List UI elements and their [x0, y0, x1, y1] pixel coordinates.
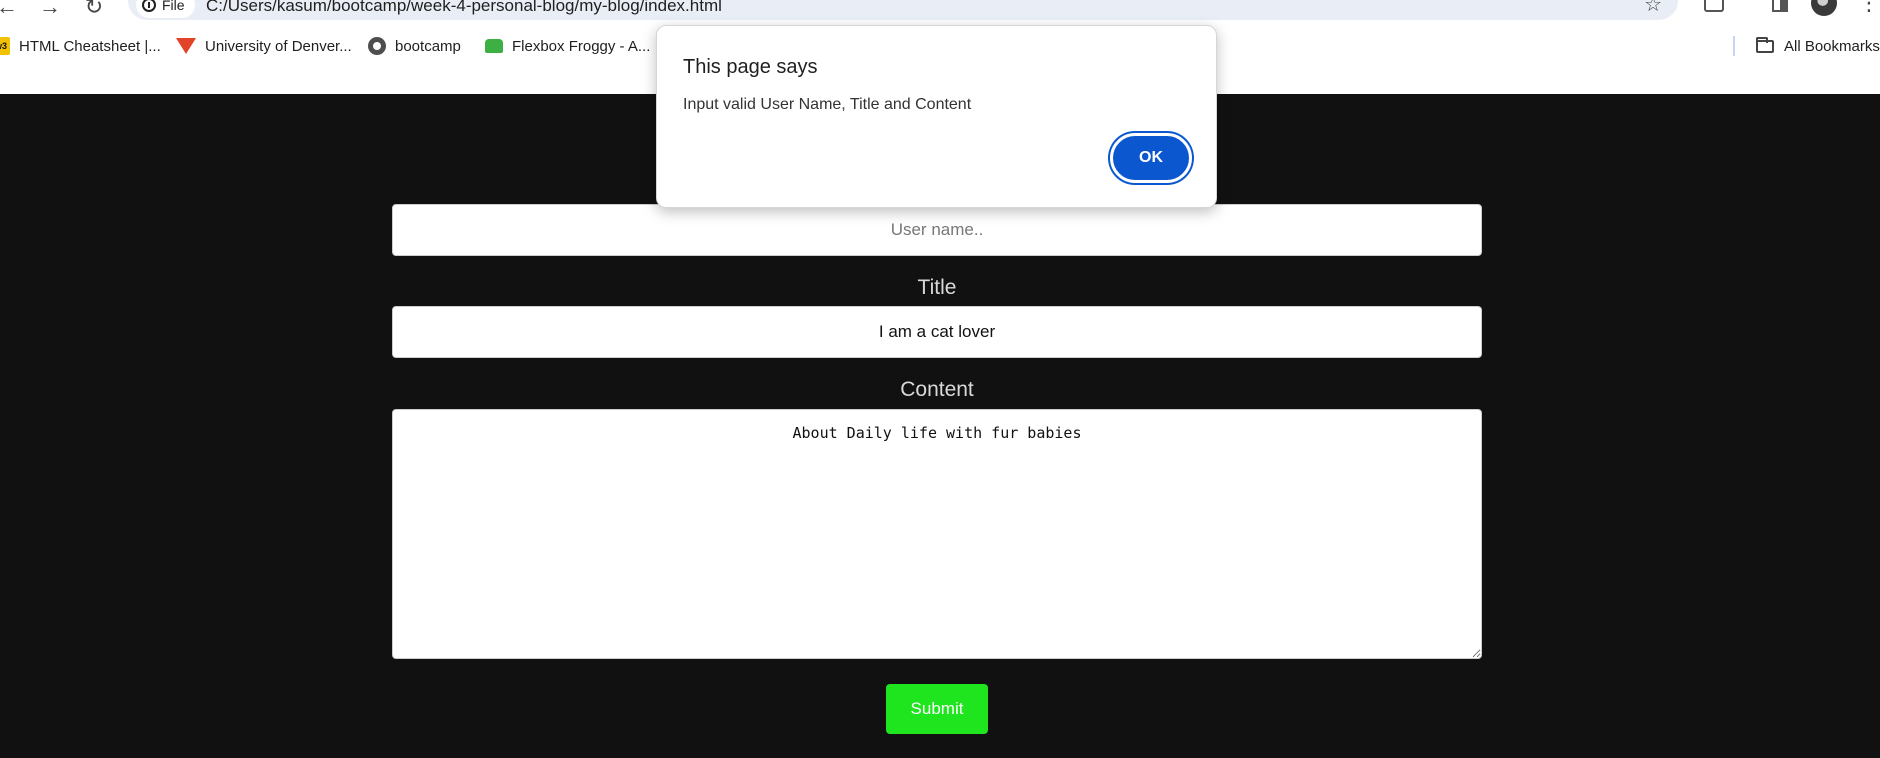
- back-arrow-icon[interactable]: ←: [0, 0, 22, 22]
- bookmarks-divider: [1733, 36, 1735, 56]
- alert-dialog: This page says Input valid User Name, Ti…: [656, 25, 1217, 208]
- title-input[interactable]: [392, 306, 1482, 358]
- bookmark-html-cheatsheet[interactable]: w3 HTML Cheatsheet |...: [0, 35, 161, 57]
- title-label: Title: [917, 276, 957, 299]
- content-textarea[interactable]: About Daily life with fur babies: [392, 409, 1482, 659]
- profile-avatar[interactable]: [1811, 0, 1837, 16]
- bookmark-label: HTML Cheatsheet |...: [19, 37, 161, 55]
- bookmark-label: bootcamp: [395, 37, 461, 55]
- bookmark-label: University of Denver...: [205, 37, 352, 55]
- bookmark-label: Flexbox Froggy - A...: [512, 37, 651, 55]
- folder-icon: [1756, 36, 1774, 53]
- bookmark-bootcamp[interactable]: bootcamp: [368, 35, 461, 57]
- submit-button[interactable]: Submit: [886, 684, 988, 734]
- bookmark-university-of-denver[interactable]: University of Denver...: [176, 35, 352, 57]
- username-input[interactable]: [392, 204, 1482, 256]
- side-panel-icon[interactable]: [1768, 0, 1792, 16]
- alert-message: Input valid User Name, Title and Content: [683, 96, 972, 113]
- bookmark-star-icon[interactable]: ☆: [1644, 0, 1662, 15]
- forward-arrow-icon[interactable]: →: [35, 0, 65, 22]
- url-text[interactable]: C:/Users/kasum/bootcamp/week-4-personal-…: [206, 0, 722, 16]
- browser-toolbar: ← → ↻ File C:/Users/kasum/bootcamp/week-…: [0, 0, 1880, 22]
- info-icon: [142, 0, 156, 12]
- site-info-chip[interactable]: File: [136, 0, 195, 18]
- ok-button[interactable]: OK: [1110, 133, 1192, 183]
- bookmark-flexbox-froggy[interactable]: Flexbox Froggy - A...: [485, 35, 650, 57]
- menu-dots-icon[interactable]: ⋮: [1858, 0, 1880, 14]
- globe-icon: [368, 37, 386, 55]
- w3schools-icon: w3: [0, 37, 10, 55]
- gitlab-icon: [176, 38, 196, 54]
- alert-title: This page says: [683, 56, 818, 78]
- reload-icon[interactable]: ↻: [79, 0, 109, 22]
- extensions-icon[interactable]: [1702, 0, 1726, 16]
- all-bookmarks-button[interactable]: All Bookmarks: [1756, 35, 1880, 57]
- site-info-label: File: [162, 0, 185, 13]
- frog-icon: [485, 39, 503, 53]
- content-label: Content: [900, 378, 974, 401]
- all-bookmarks-label: All Bookmarks: [1784, 37, 1880, 55]
- address-bar[interactable]: File C:/Users/kasum/bootcamp/week-4-pers…: [128, 0, 1678, 20]
